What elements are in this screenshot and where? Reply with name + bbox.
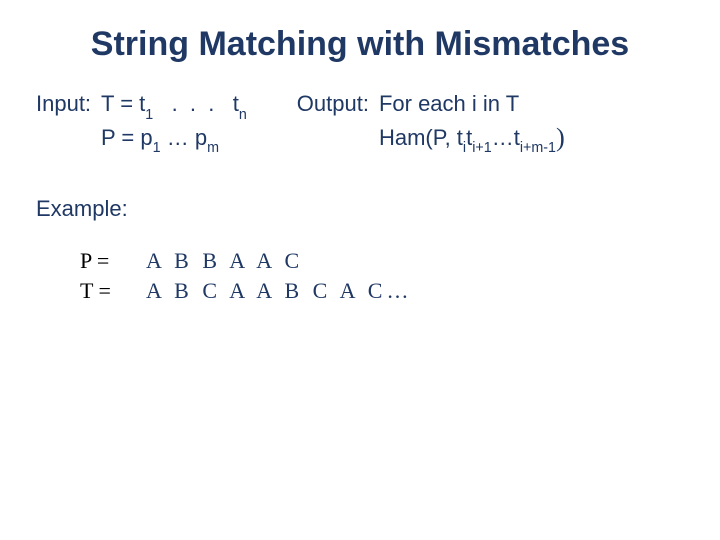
example-p-label: P = [80,246,126,276]
ti1-sub: i+1 [472,140,491,156]
output-line2: Ham(P, titi+1…ti+m-1) [379,119,565,157]
example-row-T: T = A B C A A B C A C [80,276,690,306]
input-line-T: T = t1 . . . tn [101,89,247,123]
example-t-label: T = [80,276,126,306]
slide-title: String Matching with Mismatches [30,25,690,64]
ti-base: t [457,125,463,150]
pm-sub: m [207,140,219,156]
io-row: Input: T = t1 . . . tn P = p1 … pm Outpu… [36,89,690,156]
input-label: Input: [36,89,91,156]
ham-prefix: Ham(P, [379,125,457,150]
ham-dots: … [492,125,514,150]
output-label: Output: [297,89,369,156]
example-label: Example: [36,196,690,222]
input-block: Input: T = t1 . . . tn P = p1 … pm [36,89,247,156]
t-equals: T = [101,91,139,116]
pm-base: p [195,125,207,150]
ti-sub: i [463,140,466,156]
input-content: T = t1 . . . tn P = p1 … pm [101,89,247,156]
p-dots: … [161,125,195,150]
tn-sub: n [239,107,247,123]
tim-base: t [514,125,520,150]
p1-sub: 1 [153,140,161,156]
example-t-value: A B C A A B C A C [146,276,408,306]
input-line-P: P = p1 … pm [101,123,247,157]
t-dots: . . . [153,91,232,116]
p-equals: P = [101,125,140,150]
t1-sub: 1 [145,107,153,123]
example-p-value: A B B A A C [146,246,303,276]
p1-base: p [140,125,152,150]
output-line1: For each i in T [379,89,565,119]
example-block: P = A B B A A C T = A B C A A B C A C [80,246,690,305]
tim-sub: i+m-1 [520,140,556,156]
output-block: Output: For each i in T Ham(P, titi+1…ti… [297,89,565,156]
tn-base: t [233,91,239,116]
output-content: For each i in T Ham(P, titi+1…ti+m-1) [379,89,565,156]
close-paren: ) [556,122,565,152]
slide: String Matching with Mismatches Input: T… [0,0,720,540]
example-row-P: P = A B B A A C [80,246,690,276]
